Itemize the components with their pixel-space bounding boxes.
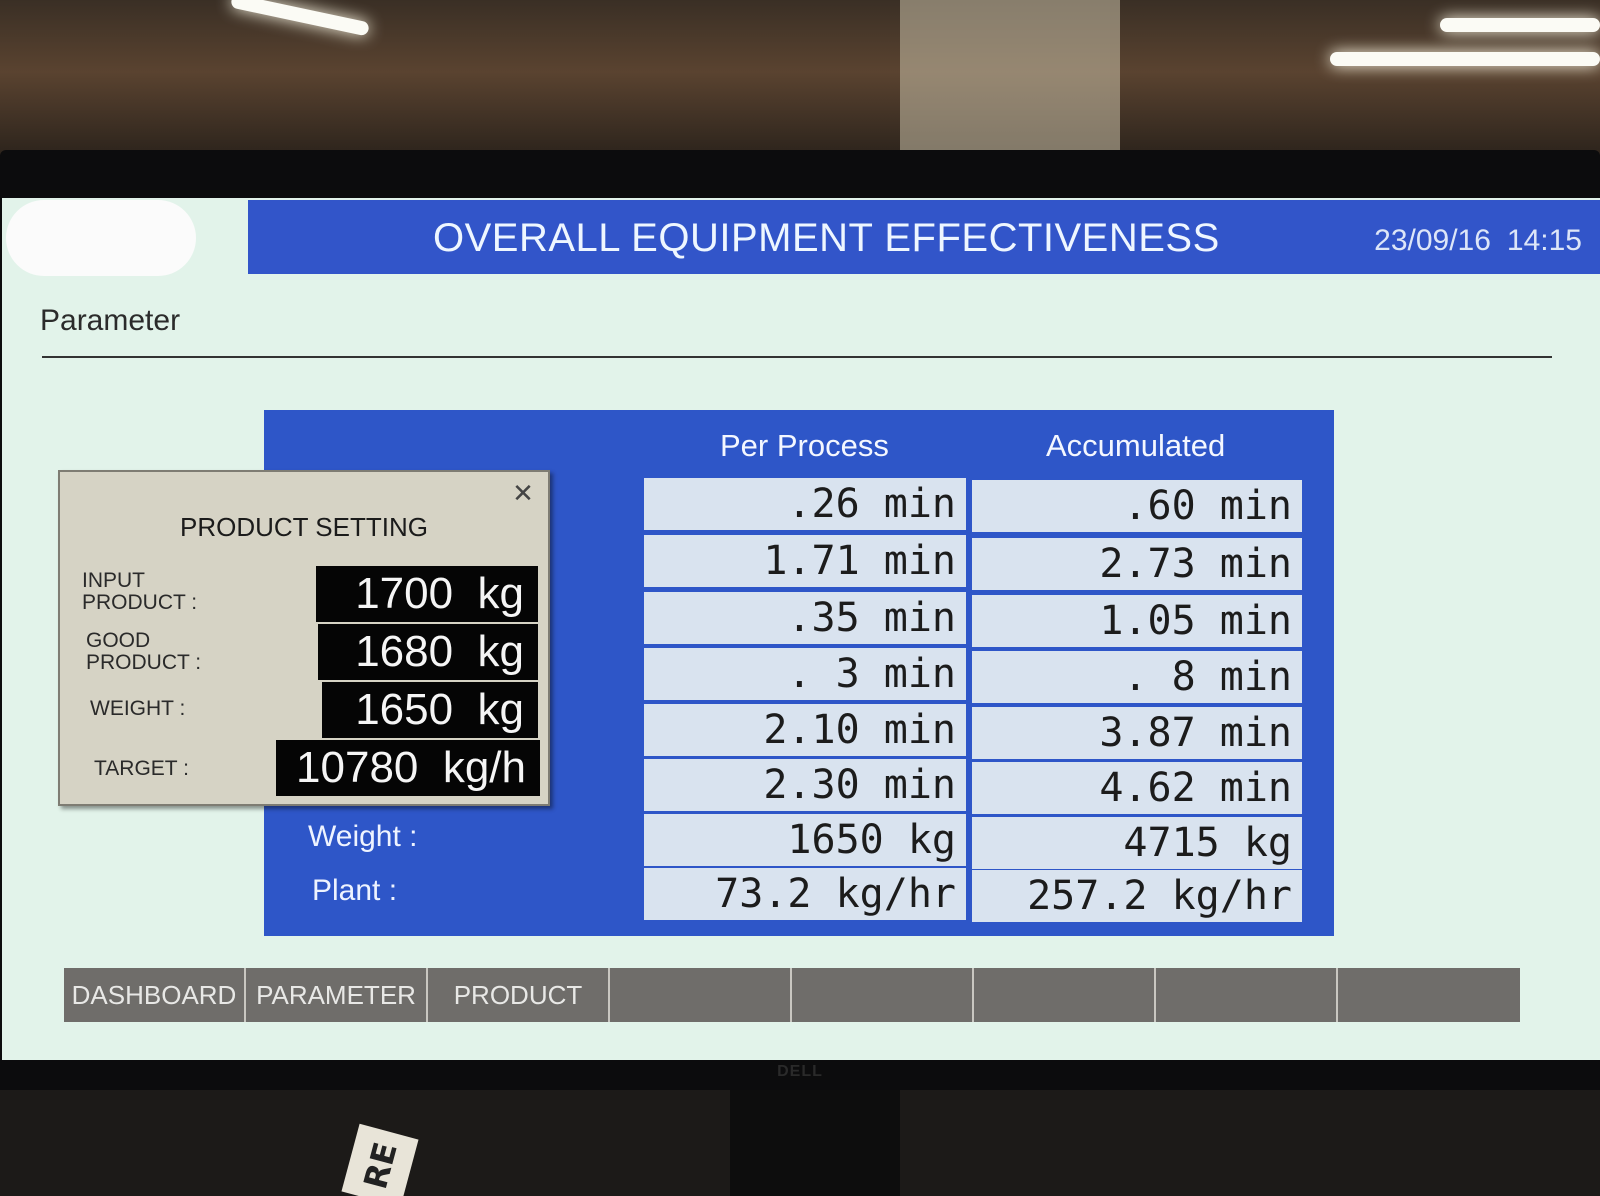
per-process-cell: . 3 min [644,648,966,700]
section-title: Parameter [40,304,181,337]
date-text: 23/09/16 [1374,224,1491,257]
per-process-cell: 1650 kg [644,814,966,866]
ceiling-light [1330,52,1600,66]
tab-empty[interactable] [1156,968,1338,1022]
tab-empty[interactable] [1338,968,1520,1022]
ceiling-light [1440,18,1600,32]
per-process-cell: .26 min [644,478,966,530]
row-label-plant: Plant : [312,874,398,907]
monitor-stand [730,1090,900,1196]
tab-product[interactable]: PRODUCT [428,968,610,1022]
accumulated-cell: .60 min [972,480,1302,532]
title-bar: OVERALL EQUIPMENT EFFECTIVENESS 23/09/16… [248,200,1600,274]
per-process-cell: 73.2 kg/hr [644,868,966,920]
ceiling-light [230,0,370,37]
tab-parameter[interactable]: PARAMETER [246,968,428,1022]
dialog-title: PRODUCT SETTING [180,512,428,542]
divider [42,356,1552,358]
close-icon[interactable]: ✕ [508,478,538,508]
hmi-screen: OVERALL EQUIPMENT EFFECTIVENESS 23/09/16… [2,198,1600,1060]
per-process-cell: 2.10 min [644,704,966,756]
accumulated-cell: 1.05 min [972,595,1302,647]
good-product-value[interactable]: 1680 kg [318,624,538,680]
target-label: TARGET : [94,757,189,780]
per-process-cell: 1.71 min [644,535,966,587]
product-setting-dialog: ✕ PRODUCT SETTING INPUT PRODUCT : 1700 k… [58,470,550,806]
input-product-label: INPUT PRODUCT : [82,569,198,614]
weight-value[interactable]: 1650 kg [322,682,538,738]
tab-dashboard[interactable]: DASHBOARD [64,968,246,1022]
background-environment [0,0,1600,160]
accumulated-cell: 3.87 min [972,707,1302,759]
time-text: 14:15 [1506,224,1582,257]
per-process-cell: 2.30 min [644,759,966,811]
accumulated-cell: 4.62 min [972,762,1302,814]
accumulated-cell: 2.73 min [972,538,1302,590]
tab-empty[interactable] [792,968,974,1022]
accumulated-cell: . 8 min [972,651,1302,703]
per-process-cell: .35 min [644,592,966,644]
target-value[interactable]: 10780 kg/h [276,740,540,796]
column-header-accumulated: Accumulated [1046,428,1226,463]
tab-empty[interactable] [974,968,1156,1022]
tab-empty[interactable] [610,968,792,1022]
wall-notice [900,0,1120,150]
accumulated-cell: 4715 kg [972,817,1302,869]
good-product-label: GOOD PRODUCT : [86,629,202,674]
input-product-value[interactable]: 1700 kg [316,566,538,622]
page-title: OVERALL EQUIPMENT EFFECTIVENESS [433,216,1220,260]
monitor-brand-logo: DELL [777,1063,823,1080]
weight-label: WEIGHT : [90,697,186,720]
row-label-weight: Weight : [308,820,418,853]
logo-area [6,200,196,276]
datetime: 23/09/16 14:15 [1374,224,1582,258]
bottom-navigation: DASHBOARD PARAMETER PRODUCT [64,968,1520,1022]
column-header-per-process: Per Process [720,428,889,463]
accumulated-cell: 257.2 kg/hr [972,870,1302,922]
